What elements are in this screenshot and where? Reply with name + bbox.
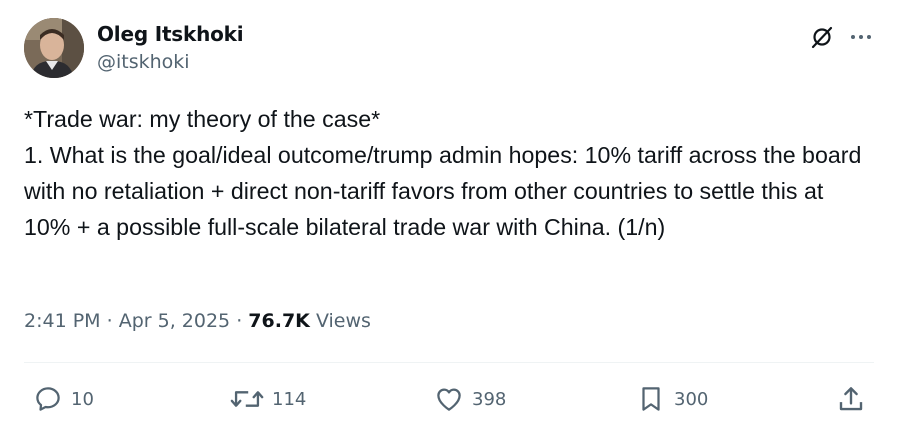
author-handle[interactable]: @itskhoki [97, 49, 243, 75]
tweet-card: Oleg Itskhoki @itskhoki *Trade war: my t… [0, 0, 898, 433]
action-bar: 10 114 398 300 [0, 380, 898, 418]
bookmark-icon [636, 384, 666, 414]
avatar[interactable] [24, 18, 84, 78]
heart-icon [434, 384, 464, 414]
repost-icon [230, 384, 264, 414]
tweet-date[interactable]: Apr 5, 2025 [119, 310, 230, 332]
grok-icon[interactable] [809, 24, 835, 50]
share-button[interactable] [836, 380, 866, 418]
bookmark-button[interactable]: 300 [636, 380, 708, 418]
divider [24, 362, 874, 363]
tweet-header: Oleg Itskhoki @itskhoki [24, 18, 874, 80]
more-icon[interactable] [848, 24, 874, 50]
share-icon [836, 384, 866, 414]
tweet-meta: 2:41 PM · Apr 5, 2025 · 76.7K Views [24, 307, 371, 335]
like-count: 398 [472, 388, 507, 410]
reply-button[interactable]: 10 [33, 380, 94, 418]
like-button[interactable]: 398 [434, 380, 506, 418]
reply-icon [33, 384, 63, 414]
repost-button[interactable]: 114 [230, 380, 306, 418]
reply-count: 10 [71, 388, 94, 410]
bookmark-count: 300 [674, 388, 709, 410]
tweet-text: *Trade war: my theory of the case* 1. Wh… [24, 106, 862, 240]
repost-count: 114 [272, 388, 307, 410]
meta-separator: · [236, 310, 243, 332]
author-names: Oleg Itskhoki @itskhoki [97, 21, 244, 75]
meta-separator: · [106, 310, 113, 332]
tweet-time[interactable]: 2:41 PM [24, 310, 101, 332]
author-display-name[interactable]: Oleg Itskhoki [97, 21, 244, 47]
views-label[interactable]: Views [316, 310, 371, 332]
views-count[interactable]: 76.7K [248, 310, 310, 332]
